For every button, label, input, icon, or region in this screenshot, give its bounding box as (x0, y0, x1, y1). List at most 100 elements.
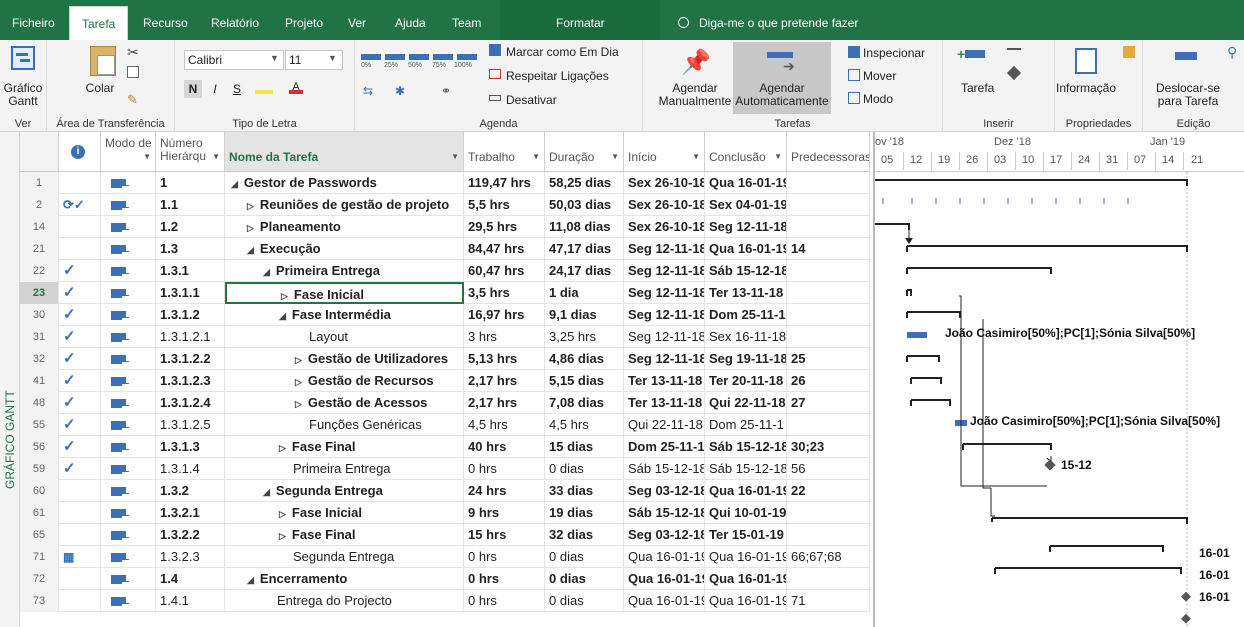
mode-cell[interactable] (101, 436, 156, 458)
expand-icon[interactable]: ▷ (295, 399, 302, 409)
predecessors-cell[interactable] (787, 502, 870, 524)
start-cell[interactable]: Sex 26-10-18 (624, 172, 705, 194)
header-mode[interactable]: Modo de ▼ (101, 132, 156, 172)
font-color-icon[interactable]: A (289, 82, 303, 94)
start-cell[interactable]: Seg 12-11-18 (624, 304, 705, 326)
row-id[interactable]: 59 (20, 458, 59, 480)
percent-50-icon[interactable] (409, 54, 429, 60)
mode-cell[interactable] (101, 172, 156, 194)
work-cell[interactable]: 0 hrs (464, 590, 545, 612)
row-id[interactable]: 56 (20, 436, 59, 458)
predecessors-cell[interactable]: 71 (787, 590, 870, 612)
duration-cell[interactable]: 50,03 dias (545, 194, 624, 216)
scroll-to-task-button[interactable]: Deslocar-se para Tarefa (1153, 82, 1223, 108)
expand-icon[interactable]: ▷ (279, 531, 286, 541)
notes-icon[interactable] (1123, 46, 1135, 58)
task-name-cell[interactable]: ◢ Fase Intermédia (225, 304, 464, 326)
outline-number-cell[interactable]: 1.4.1 (156, 590, 225, 612)
row-id[interactable]: 1 (20, 172, 59, 194)
mode-cell[interactable] (101, 502, 156, 524)
predecessors-cell[interactable] (787, 414, 870, 436)
expand-icon[interactable]: ▷ (295, 377, 302, 387)
finish-cell[interactable]: Sex 16-11-18 (705, 326, 787, 348)
row-id[interactable]: 41 (20, 370, 59, 392)
underline-button[interactable]: S (230, 80, 244, 98)
expand-icon[interactable]: ▷ (281, 291, 288, 301)
outline-number-cell[interactable]: 1.2 (156, 216, 225, 238)
finish-cell[interactable]: Qua 16-01-19 (705, 590, 787, 612)
tab-task[interactable]: Tarefa (69, 6, 129, 40)
predecessors-cell[interactable]: 22 (787, 480, 870, 502)
row-id[interactable]: 21 (20, 238, 59, 260)
duration-cell[interactable]: 3,25 hrs (545, 326, 624, 348)
task-name-cell[interactable]: ◢ Gestor de Passwords (225, 172, 464, 194)
outline-number-cell[interactable]: 1.3.1.3 (156, 436, 225, 458)
row-id[interactable]: 48 (20, 392, 59, 414)
task-name-cell[interactable]: ▷ Fase Inicial (225, 502, 464, 524)
respect-links-button[interactable]: Respeitar Ligações (506, 70, 609, 83)
duration-cell[interactable]: 7,08 dias (545, 392, 624, 414)
duration-cell[interactable]: 32 dias (545, 524, 624, 546)
task-name-cell[interactable]: ▷ Fase Inicial (225, 282, 464, 304)
predecessors-cell[interactable] (787, 172, 870, 194)
percent-75-icon[interactable] (433, 54, 453, 60)
mode-cell[interactable] (101, 216, 156, 238)
duration-cell[interactable]: 0 dias (545, 568, 624, 590)
mode-cell[interactable] (101, 304, 156, 326)
row-id[interactable]: 72 (20, 568, 59, 590)
table-row[interactable]: 14 1.2 ▷ Planeamento 29,5 hrs 11,08 dias Sex 2… (20, 216, 870, 238)
start-cell[interactable]: Ter 13-11-18 (624, 392, 705, 414)
gantt-chart-button[interactable]: Gráfico Gantt (2, 82, 44, 108)
work-cell[interactable]: 2,17 hrs (464, 392, 545, 414)
task-name-cell[interactable]: Entrega do Projecto (225, 590, 464, 612)
task-name-cell[interactable]: Funções Genéricas (225, 414, 464, 436)
finish-cell[interactable]: Sáb 15-12-18 (705, 260, 787, 282)
duration-cell[interactable]: 11,08 dias (545, 216, 624, 238)
duration-cell[interactable]: 4,86 dias (545, 348, 624, 370)
work-cell[interactable]: 4,5 hrs (464, 414, 545, 436)
mode-cell[interactable] (101, 458, 156, 480)
work-cell[interactable]: 40 hrs (464, 436, 545, 458)
highlight-icon[interactable] (255, 82, 273, 94)
header-name[interactable]: Nome da Tarefa ▼ (225, 132, 464, 172)
table-row[interactable]: 61 1.3.2.1 ▷ Fase Inicial 9 hrs 19 dias Sáb 15… (20, 502, 870, 524)
bold-button[interactable]: N (184, 80, 202, 98)
outline-number-cell[interactable]: 1.3.1.4 (156, 458, 225, 480)
collapse-icon[interactable]: ◢ (247, 245, 254, 255)
finish-cell[interactable]: Ter 20-11-18 (705, 370, 787, 392)
format-painter-icon[interactable]: ✎ (127, 92, 138, 108)
tab-resource[interactable]: Recurso (143, 0, 188, 40)
start-cell[interactable]: Sex 26-10-18 (624, 216, 705, 238)
task-name-cell[interactable]: Layout (225, 326, 464, 348)
row-id[interactable]: 14 (20, 216, 59, 238)
task-name-cell[interactable]: Primeira Entrega (225, 458, 464, 480)
finish-cell[interactable]: Sex 04-01-19 (705, 194, 787, 216)
row-id[interactable]: 30 (20, 304, 59, 326)
mark-on-track-button[interactable]: Marcar como Em Dia (506, 46, 619, 59)
predecessors-cell[interactable]: 26 (787, 370, 870, 392)
row-id[interactable]: 73 (20, 590, 59, 612)
table-row[interactable]: 73 1.4.1 Entrega do Projecto 0 hrs 0 dias Qua… (20, 590, 870, 612)
finish-cell[interactable]: Qua 16-01-19 (705, 238, 787, 260)
table-row[interactable]: 72 1.4 ◢ Encerramento 0 hrs 0 dias Qua 16-01-1… (20, 568, 870, 590)
predecessors-cell[interactable]: 56 (787, 458, 870, 480)
table-row[interactable]: 1 1 ◢ Gestor de Passwords 119,47 hrs 58,25 di… (20, 172, 870, 194)
deactivate-button[interactable]: Desativar (506, 94, 557, 107)
predecessors-cell[interactable] (787, 194, 870, 216)
mode-cell[interactable] (101, 282, 156, 304)
outline-number-cell[interactable]: 1.3 (156, 238, 225, 260)
finish-cell[interactable]: Qua 16-01-19 (705, 546, 787, 568)
duration-cell[interactable]: 0 dias (545, 546, 624, 568)
task-name-cell[interactable]: ◢ Primeira Entrega (225, 260, 464, 282)
work-cell[interactable]: 9 hrs (464, 502, 545, 524)
tab-file[interactable]: Ficheiro (12, 0, 55, 40)
mode-cell[interactable] (101, 414, 156, 436)
duration-cell[interactable]: 58,25 dias (545, 172, 624, 194)
tab-help[interactable]: Ajuda (395, 0, 426, 40)
start-cell[interactable]: Qua 16-01-19 (624, 590, 705, 612)
finish-cell[interactable]: Dom 25-11-1 (705, 304, 787, 326)
task-name-cell[interactable]: ◢ Encerramento (225, 568, 464, 590)
task-name-cell[interactable]: ◢ Segunda Entrega (225, 480, 464, 502)
header-finish[interactable]: Conclusão ▼ (705, 132, 787, 172)
mode-cell[interactable] (101, 370, 156, 392)
